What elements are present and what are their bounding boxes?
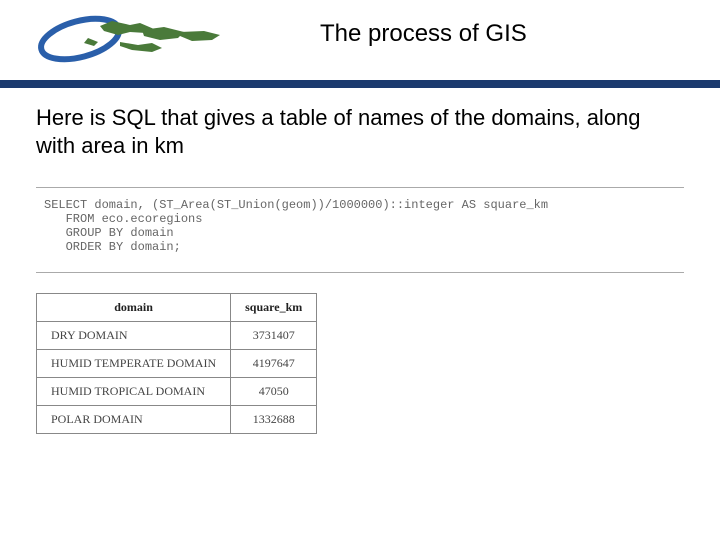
col-header-square-km: square_km [231, 294, 317, 322]
cell-domain: DRY DOMAIN [37, 322, 231, 350]
globe-logo [30, 8, 230, 70]
slide-header: The process of GIS [0, 0, 720, 80]
sql-line: GROUP BY domain [44, 226, 174, 240]
cell-square-km: 4197647 [231, 350, 317, 378]
cell-domain: HUMID TROPICAL DOMAIN [37, 378, 231, 406]
cell-domain: POLAR DOMAIN [37, 406, 231, 434]
sql-line: ORDER BY domain; [44, 240, 181, 254]
table-row: HUMID TEMPERATE DOMAIN 4197647 [37, 350, 317, 378]
cell-square-km: 1332688 [231, 406, 317, 434]
cell-domain: HUMID TEMPERATE DOMAIN [37, 350, 231, 378]
table-row: POLAR DOMAIN 1332688 [37, 406, 317, 434]
table-row: DRY DOMAIN 3731407 [37, 322, 317, 350]
sql-line: SELECT domain, (ST_Area(ST_Union(geom))/… [44, 198, 548, 212]
col-header-domain: domain [37, 294, 231, 322]
slide-body: Here is SQL that gives a table of names … [36, 104, 684, 434]
title-separator-bar [0, 80, 720, 88]
sql-code-block: SELECT domain, (ST_Area(ST_Union(geom))/… [36, 187, 684, 273]
table-row: HUMID TROPICAL DOMAIN 47050 [37, 378, 317, 406]
cell-square-km: 3731407 [231, 322, 317, 350]
result-table: domain square_km DRY DOMAIN 3731407 HUMI… [36, 293, 317, 434]
slide: The process of GIS Here is SQL that give… [0, 0, 720, 540]
sql-line: FROM eco.ecoregions [44, 212, 202, 226]
intro-text: Here is SQL that gives a table of names … [36, 104, 684, 159]
slide-title: The process of GIS [320, 20, 527, 48]
cell-square-km: 47050 [231, 378, 317, 406]
table-header-row: domain square_km [37, 294, 317, 322]
